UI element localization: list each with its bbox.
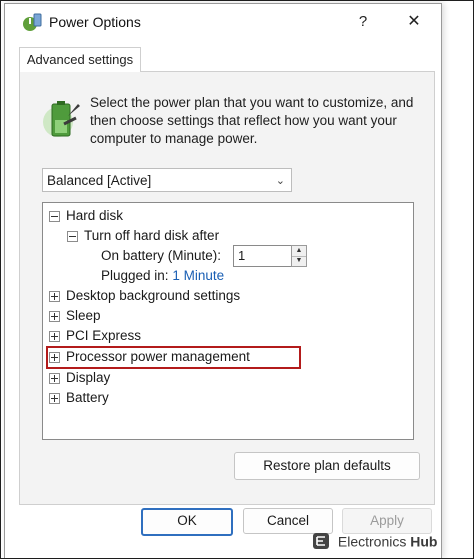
- expand-icon[interactable]: [49, 392, 60, 404]
- tree-item-label: Plugged in:: [101, 268, 169, 283]
- intro-text: Select the power plan that you want to c…: [90, 95, 414, 146]
- watermark-text-b: Hub: [410, 533, 438, 550]
- tree-item-plugged-in: Plugged in: 1 Minute: [101, 267, 224, 285]
- tree-item-pci-express[interactable]: PCI Express: [49, 327, 141, 345]
- ok-button[interactable]: OK: [141, 508, 233, 536]
- tree-item-label: Sleep: [66, 308, 101, 323]
- expand-icon[interactable]: [49, 372, 60, 384]
- collapse-icon[interactable]: [67, 230, 78, 242]
- stepper-down-icon[interactable]: ▼: [292, 256, 306, 266]
- tree-item-label: Desktop background settings: [66, 288, 241, 303]
- tab-advanced-settings[interactable]: Advanced settings: [19, 47, 141, 72]
- help-button[interactable]: ?: [351, 10, 375, 34]
- tree-item-desktop-background[interactable]: Desktop background settings: [49, 287, 240, 305]
- expand-icon[interactable]: [49, 351, 60, 363]
- cancel-button[interactable]: Cancel: [243, 508, 333, 534]
- expand-icon[interactable]: [49, 290, 60, 302]
- collapse-icon[interactable]: [49, 210, 60, 222]
- on-battery-minutes-stepper[interactable]: 1 ▲ ▼: [233, 245, 309, 267]
- window-title: Power Options: [49, 14, 141, 30]
- close-button[interactable]: ✕: [401, 10, 427, 34]
- expand-icon[interactable]: [49, 310, 60, 322]
- chevron-down-icon: ⌄: [275, 175, 285, 187]
- tree-item-battery[interactable]: Battery: [49, 389, 109, 407]
- electronics-hub-logo-icon: [313, 533, 329, 550]
- title-bar: Power Options ? ✕: [5, 4, 441, 40]
- watermark: Electronics Hub: [312, 532, 437, 554]
- tree-item-label: Turn off hard disk after: [84, 228, 220, 243]
- tree-item-hard-disk[interactable]: Hard disk: [49, 207, 123, 225]
- tree-item-label: Display: [66, 370, 111, 385]
- restore-plan-defaults-button[interactable]: Restore plan defaults: [234, 452, 420, 480]
- tree-item-sleep[interactable]: Sleep: [49, 307, 101, 325]
- power-options-icon: [23, 13, 42, 31]
- watermark-text-a: Electronics: [337, 533, 407, 550]
- tree-item-on-battery: On battery (Minute):: [101, 247, 221, 265]
- tree-item-display[interactable]: Display: [49, 369, 110, 387]
- on-battery-minutes-input[interactable]: 1: [233, 245, 295, 267]
- tree-item-label: PCI Express: [66, 328, 142, 343]
- advanced-settings-panel: Select the power plan that you want to c…: [19, 71, 435, 505]
- expand-icon[interactable]: [49, 330, 60, 342]
- tree-item-turn-off-hard-disk[interactable]: Turn off hard disk after: [67, 227, 219, 245]
- stepper-buttons: ▲ ▼: [291, 245, 307, 267]
- power-plan-selected-value: Balanced [Active]: [47, 173, 152, 188]
- tree-item-label: Hard disk: [66, 208, 124, 223]
- apply-button[interactable]: Apply: [342, 508, 432, 534]
- power-options-dialog: Power Options ? ✕ Advanced settings Sele…: [4, 3, 442, 558]
- power-plan-select[interactable]: Balanced [Active] ⌄: [42, 168, 292, 192]
- battery-plan-icon: [43, 101, 80, 137]
- plugged-in-value-link[interactable]: 1 Minute: [172, 268, 224, 283]
- settings-tree: Hard disk Turn off hard disk after On ba…: [42, 202, 414, 440]
- tree-item-label: Battery: [66, 390, 109, 405]
- tree-item-label: On battery (Minute):: [101, 248, 222, 263]
- tree-item-processor-power-management[interactable]: Processor power management: [49, 348, 250, 366]
- tree-item-label: Processor power management: [66, 349, 250, 364]
